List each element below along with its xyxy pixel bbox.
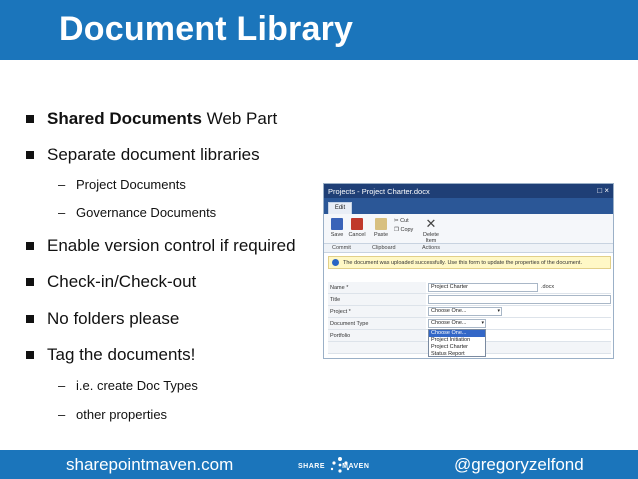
project-select-value: Choose One... <box>431 308 467 314</box>
sharepoint-form-screenshot: Projects - Project Charter.docx □ × Edit… <box>323 183 614 359</box>
field-row-project: Project * Choose One... ▾ <box>328 306 611 318</box>
chevron-down-icon: ▾ <box>497 308 500 314</box>
sub-bullet-text: other properties <box>76 407 168 422</box>
save-icon <box>331 218 343 230</box>
dash-glyph: – <box>58 177 66 192</box>
copy-label: Copy <box>400 227 414 233</box>
sub-bullet-text: Governance Documents <box>76 205 217 220</box>
field-label-project: Project * <box>330 309 351 315</box>
project-select[interactable]: Choose One... ▾ <box>428 307 502 316</box>
ribbon-tab-row: Edit <box>324 198 613 214</box>
copy-button[interactable]: ❐ Copy <box>394 227 413 233</box>
dash-glyph: – <box>58 378 66 393</box>
bullet-text: Enable version control if required <box>47 236 296 255</box>
info-icon <box>332 259 339 266</box>
bullet-text: Separate document libraries <box>47 145 260 164</box>
sharepointmaven-logo: SHARE MAVEN <box>298 455 386 475</box>
tab-edit[interactable]: Edit <box>328 202 352 214</box>
document-type-select-value: Choose One... <box>431 320 467 326</box>
dash-glyph: – <box>58 407 66 422</box>
cancel-label: Cancel <box>348 232 366 238</box>
sub-bullet-text: i.e. create Doc Types <box>76 378 198 393</box>
group-commit-label: Commit <box>332 245 351 251</box>
delete-item-button[interactable]: ✕ Delete Item <box>422 216 440 244</box>
document-type-select[interactable]: Choose One... ▾ <box>428 319 486 328</box>
field-label-title: Title <box>330 297 341 303</box>
cancel-icon <box>351 218 363 230</box>
field-label-portfolio: Portfolio <box>330 333 351 339</box>
logo-text-left: SHARE <box>298 463 326 470</box>
group-clipboard-label: Clipboard <box>372 245 396 251</box>
field-label-name: Name * <box>330 285 349 291</box>
sub-bullet-text: Project Documents <box>76 177 186 192</box>
bullet-bold-text: Shared Documents <box>47 109 202 128</box>
title-input[interactable] <box>428 295 611 304</box>
delete-x-icon: ✕ <box>425 216 437 231</box>
footer-twitter-handle: @gregoryzelfond <box>454 455 584 474</box>
bullet-square-icon <box>26 115 34 123</box>
footer-bar: sharepointmaven.com SHARE MAVEN @gregory… <box>0 450 638 479</box>
ribbon-group-labels: Commit Clipboard Actions <box>324 244 613 253</box>
paste-label: Paste <box>373 232 389 238</box>
form-title: Projects - Project Charter.docx <box>328 187 430 196</box>
field-label-document-type: Document Type <box>330 321 369 327</box>
chevron-down-icon: ▾ <box>481 320 484 326</box>
bullet-text: Web Part <box>201 109 278 128</box>
bullet-square-icon <box>26 351 34 359</box>
cut-button[interactable]: ✂ Cut <box>394 218 409 224</box>
dropdown-option[interactable]: Choose One... <box>429 330 485 337</box>
form-titlebar: Projects - Project Charter.docx □ × <box>324 184 613 198</box>
paste-icon <box>375 218 387 230</box>
save-label: Save <box>330 232 344 238</box>
upload-info-banner: The document was uploaded successfully. … <box>328 256 611 269</box>
bullet-square-icon <box>26 242 34 250</box>
dropdown-option[interactable]: Status Report <box>429 351 485 358</box>
window-controls-icon[interactable]: □ × <box>597 186 609 195</box>
bullet-square-icon <box>26 151 34 159</box>
bullet-text: Check-in/Check-out <box>47 272 197 291</box>
bullet-text: No folders please <box>47 309 180 328</box>
group-actions-label: Actions <box>422 245 441 251</box>
dash-glyph: – <box>58 205 66 220</box>
logo-mark-icon <box>330 457 350 473</box>
bullet-square-icon <box>26 315 34 323</box>
slide-title: Document Library <box>59 10 354 48</box>
paste-button[interactable]: Paste <box>373 218 389 238</box>
name-suffix: .docx <box>541 284 555 290</box>
field-row-name: Name * Project Charter .docx <box>328 282 611 294</box>
dropdown-option[interactable]: Project Initiation <box>429 337 485 344</box>
bullet-square-icon <box>26 278 34 286</box>
title-bar: Document Library <box>0 0 638 60</box>
cut-label: Cut <box>400 218 409 224</box>
save-button[interactable]: Save <box>329 218 345 238</box>
name-input[interactable]: Project Charter <box>428 283 538 292</box>
field-row-title: Title <box>328 294 611 306</box>
ribbon: Save Cancel Paste ✂ Cut ❐ Copy ✕ Delete … <box>324 214 613 244</box>
bullet-text: Tag the documents! <box>47 345 196 364</box>
dropdown-option[interactable]: Project Charter <box>429 344 485 351</box>
document-type-dropdown: Choose One... Project Initiation Project… <box>428 329 486 357</box>
footer-website: sharepointmaven.com <box>66 455 234 474</box>
info-message: The document was uploaded successfully. … <box>343 260 582 266</box>
cancel-button[interactable]: Cancel <box>348 218 366 238</box>
